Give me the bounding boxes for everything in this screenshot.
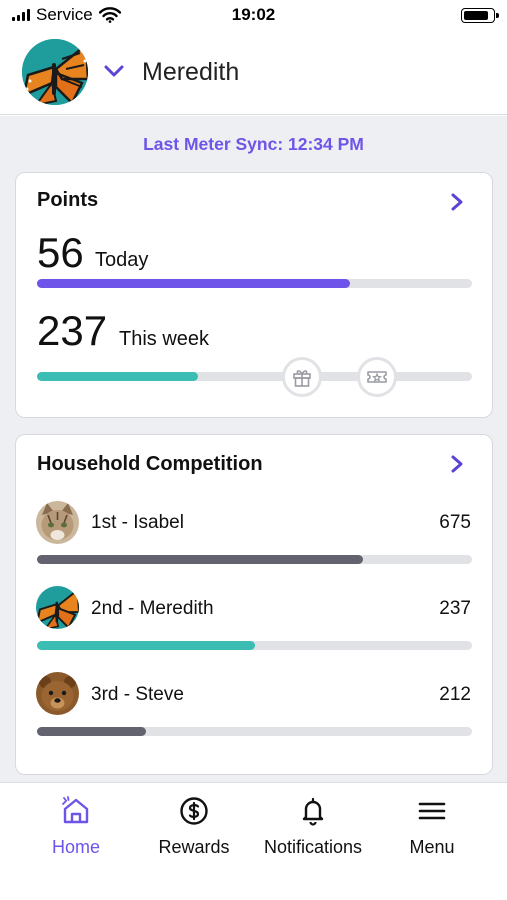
avatar-isabel: [36, 501, 79, 544]
rank-value-1: 675: [439, 512, 471, 533]
rank-value-3: 212: [439, 684, 471, 705]
gift-icon: [293, 370, 311, 387]
gift-milestone[interactable]: [282, 357, 322, 397]
battery-icon: [461, 8, 499, 23]
ticket-milestone[interactable]: [357, 357, 397, 397]
points-today-label: Today: [95, 249, 149, 271]
rank-label-3: 3rd - Steve: [91, 684, 184, 705]
chevron-right-icon[interactable]: [450, 192, 464, 212]
ticket-icon: [367, 371, 387, 383]
main-content: Last Meter Sync: 12:34 PM Points 56 Toda…: [0, 116, 507, 782]
nav-notifications-label: Notifications: [263, 837, 363, 857]
home-icon: [62, 796, 89, 824]
cat-avatar-icon: [36, 501, 79, 544]
week-progress-track: [37, 372, 472, 381]
avatar[interactable]: [22, 39, 88, 105]
avatar-meredith: [36, 586, 79, 629]
bear-avatar-icon: [36, 672, 79, 715]
rank-progress-track-2: [37, 641, 472, 650]
dollar-icon: [180, 797, 208, 825]
butterfly-avatar-icon: [36, 586, 79, 629]
points-title: Points: [37, 189, 99, 211]
points-today-value: 56: [37, 229, 84, 276]
status-time: 19:02: [231, 5, 276, 24]
avatar-steve: [36, 672, 79, 715]
rank-value-2: 237: [439, 598, 471, 619]
nav-notifications[interactable]: Notifications: [250, 795, 376, 858]
nav-rewards-label: Rewards: [158, 837, 230, 857]
competition-title: Household Competition: [37, 453, 263, 475]
bell-icon: [302, 797, 324, 826]
nav-menu[interactable]: Menu: [369, 795, 495, 858]
points-week-label: This week: [119, 328, 210, 350]
header: Meredith: [0, 30, 507, 115]
points-card[interactable]: Points 56 Today 237 This week: [15, 172, 493, 418]
rank-progress-fill-1: [37, 555, 364, 564]
nav-menu-label: Menu: [409, 837, 455, 857]
nav-home-label: Home: [51, 837, 100, 857]
rank-label-2: 2nd - Meredith: [91, 598, 214, 619]
rank-progress-fill-3: [37, 727, 146, 736]
menu-icon: [418, 802, 446, 820]
today-progress-track: [37, 279, 472, 288]
week-progress-fill: [37, 372, 198, 381]
nav-rewards[interactable]: Rewards: [131, 795, 257, 858]
meter-sync-status: Last Meter Sync: 12:34 PM: [143, 134, 364, 154]
chevron-right-icon[interactable]: [450, 454, 464, 474]
today-progress-fill: [37, 279, 351, 288]
points-week-value: 237: [37, 307, 108, 354]
bottom-nav: Home Rewards Notifications Menu: [0, 782, 507, 900]
rank-progress-fill-2: [37, 641, 255, 650]
household-competition-card[interactable]: Household Competition 1st - Isabel 675 2…: [15, 434, 493, 775]
user-name[interactable]: Meredith: [142, 58, 239, 87]
status-bar: Service 19:02: [0, 0, 507, 30]
nav-home[interactable]: Home: [13, 795, 139, 858]
chevron-down-icon[interactable]: [104, 64, 124, 78]
butterfly-avatar-icon: [22, 39, 88, 105]
rank-label-1: 1st - Isabel: [91, 512, 184, 533]
rank-progress-track-1: [37, 555, 472, 564]
rank-progress-track-3: [37, 727, 472, 736]
